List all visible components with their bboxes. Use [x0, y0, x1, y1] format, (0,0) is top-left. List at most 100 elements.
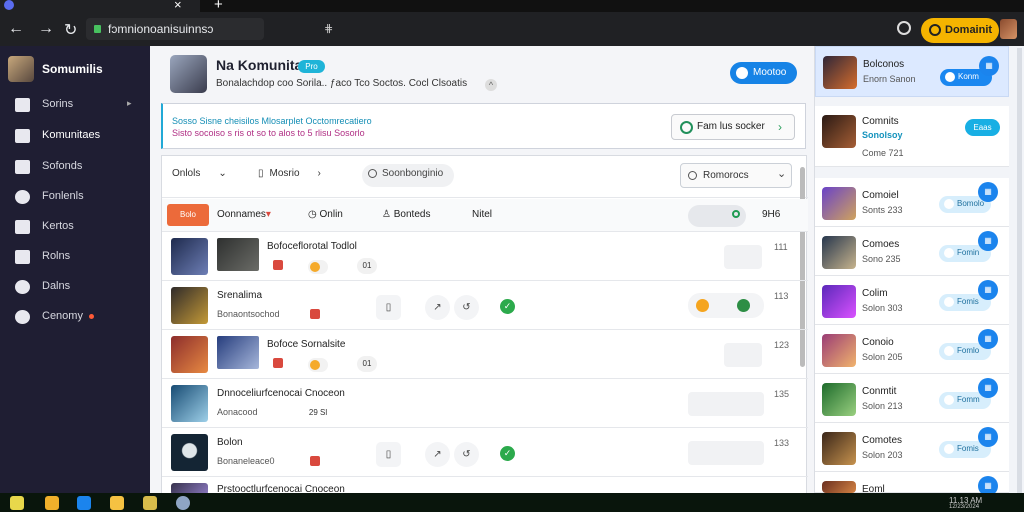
card-title: Colim	[862, 288, 888, 299]
chevron-right-icon: ▸	[127, 98, 132, 108]
brand-label: Somumilis	[42, 62, 103, 76]
table-row[interactable]: Bolon Bonaneleace0 ▯ ↗ ↺ ✓ 133	[162, 429, 808, 477]
grid-icon[interactable]: ▦	[978, 182, 998, 202]
table-row[interactable]: Dnnoceliurfcenocai Cnoceon Aonacood 29 S…	[162, 380, 808, 428]
filter-bar: Onlols ⌄ ▯ Mosrio › Soonbonginio Romorocs ⌄	[162, 156, 808, 198]
sidebar-item-dalns[interactable]: Dalns	[0, 272, 150, 302]
sidebar-item-kertos[interactable]: Kertos	[0, 212, 150, 242]
tab-onlin[interactable]: ◷ Onlin	[308, 209, 343, 220]
info-icon[interactable]: ^	[485, 79, 497, 91]
row-actions[interactable]	[688, 293, 764, 318]
close-tab-icon[interactable]: ×	[174, 0, 182, 12]
domain-button[interactable]: Domainit	[921, 18, 999, 43]
community-item[interactable]: Comotes Solon 203 Fomis ▦	[815, 423, 1009, 472]
arrow-icon[interactable]: ↗	[425, 442, 450, 467]
main-content: Na Komunitas Pro Bonalachdop coo Sorila.…	[150, 46, 814, 495]
grid-icon[interactable]: ▦	[978, 329, 998, 349]
user-avatar[interactable]	[1000, 19, 1017, 39]
follow-card[interactable]: Comnits Sonolsoy Come 721 Eaas	[815, 106, 1009, 167]
community-item[interactable]: Comoes Sono 235 Fomin ▦	[815, 227, 1009, 276]
members-panel: Onlols ⌄ ▯ Mosrio › Soonbonginio Romorocs ⌄ …	[161, 155, 808, 495]
edge-icon[interactable]	[77, 496, 91, 510]
sidebar: Somumilis Sorins ▸ Komunitaes Sofonds Fon…	[0, 46, 150, 493]
check-icon[interactable]: ✓	[500, 299, 515, 314]
action-slot[interactable]	[724, 245, 762, 269]
avatar	[171, 434, 208, 471]
forward-icon[interactable]: →	[38, 20, 54, 38]
row-meta: Aonacood	[217, 407, 258, 417]
start-icon[interactable]	[10, 496, 24, 510]
primary-action-button[interactable]: Mootoo	[730, 62, 797, 84]
grid-icon[interactable]: ▦	[979, 56, 999, 76]
avatar	[171, 238, 208, 275]
browser-tab[interactable]: ×	[0, 0, 200, 12]
tab-toggle[interactable]	[688, 205, 746, 227]
folder-icon[interactable]	[45, 496, 59, 510]
card-title: Comotes	[862, 435, 903, 446]
heart-icon[interactable]	[310, 309, 320, 319]
grid-icon[interactable]: ▦	[978, 378, 998, 398]
avatar	[171, 336, 208, 373]
community-item[interactable]: Conmtit Solon 213 Fomm ▦	[815, 374, 1009, 423]
check-icon[interactable]: ✓	[500, 446, 515, 461]
filter-dropdown[interactable]: Onlols ⌄	[172, 168, 227, 179]
copy-icon[interactable]: ▯	[376, 295, 401, 320]
grid-icon[interactable]: ▦	[978, 427, 998, 447]
community-item[interactable]: Colim Solon 303 Fomis ▦	[815, 276, 1009, 325]
heart-icon[interactable]	[310, 456, 320, 466]
right-panel-scrollbar[interactable]	[1017, 48, 1022, 493]
community-item[interactable]: Eoml ▦	[815, 472, 1009, 496]
grid-icon[interactable]: ▦	[978, 231, 998, 251]
tab-nitel[interactable]: Nitel	[472, 209, 492, 220]
community-item[interactable]: Conoio Solon 205 Fomlo ▦	[815, 325, 1009, 374]
featured-card[interactable]: Bolconos Enorn Sanon Konm ▦	[815, 46, 1009, 97]
reload-icon[interactable]: ↻	[64, 20, 77, 40]
table-row[interactable]: Bofoceflorotal Todlol 01 111	[162, 233, 808, 281]
profile-icon[interactable]	[897, 21, 911, 35]
grid-icon[interactable]: ▦	[978, 280, 998, 300]
avatar	[171, 287, 208, 324]
tab-oonnames[interactable]: Oonnames▾	[217, 209, 271, 220]
follow-button[interactable]: Eaas	[965, 119, 1000, 136]
new-tab-icon[interactable]: +	[214, 0, 223, 13]
sidebar-item-sofonds[interactable]: Sofonds	[0, 152, 150, 182]
card-subtitle: Enorn Sanon	[863, 74, 916, 84]
page-icon: ▯	[258, 168, 264, 179]
address-text: fɔmnionoanisuinnsɔ	[108, 22, 214, 36]
sidebar-item-rolns[interactable]: Rolns	[0, 242, 150, 272]
shield-icon[interactable]	[143, 496, 157, 510]
address-bar[interactable]: fɔmnionoanisuinnsɔ ⋕	[86, 18, 333, 40]
heart-icon[interactable]	[273, 358, 283, 368]
sidebar-item-cenomy[interactable]: Cenomy	[0, 302, 150, 332]
notice-line-1: Sosso Sisne cheisilos Mlosarplet Occtomr…	[172, 116, 372, 126]
copy-icon[interactable]: ▯	[376, 442, 401, 467]
heart-icon[interactable]	[273, 260, 283, 270]
back-icon[interactable]: ←	[8, 20, 24, 38]
rotate-icon[interactable]: ↺	[454, 295, 479, 320]
store-icon[interactable]	[110, 496, 124, 510]
row-number: 133	[774, 438, 790, 448]
community-item[interactable]: Comoiel Sonts 233 Bomolo ▦	[815, 178, 1009, 227]
sort-select[interactable]: Romorocs ⌄	[680, 163, 792, 188]
action-slot[interactable]	[688, 441, 764, 465]
tab-active[interactable]: Bolo	[167, 204, 209, 226]
table-row[interactable]: Bofoce Sornalsite 01 123	[162, 331, 808, 379]
avatar	[822, 115, 856, 148]
arrow-icon[interactable]: ↗	[425, 295, 450, 320]
notification-dot	[89, 314, 94, 319]
filter-option[interactable]: ▯ Mosrio ›	[258, 168, 321, 179]
rotate-icon[interactable]: ↺	[454, 442, 479, 467]
table-row[interactable]: Prstooctlurfcenocai Cnoceon	[162, 478, 808, 495]
sidebar-item-fonlenls[interactable]: Fonlenls	[0, 182, 150, 212]
user-icon: ♙	[382, 209, 391, 220]
table-row[interactable]: Srenalima Bonaontsochod ▯ ↗ ↺ ✓ 113	[162, 282, 808, 330]
member-search-input[interactable]: Soonbonginio	[362, 164, 454, 187]
sidebar-item-komunitaes[interactable]: Komunitaes	[0, 121, 150, 151]
action-slot[interactable]	[688, 392, 764, 416]
sidebar-item-sorins[interactable]: Sorins ▸	[0, 90, 150, 120]
tab-bonteds[interactable]: ♙ Bonteds	[382, 209, 430, 220]
extension-icon[interactable]: ⋕	[324, 22, 333, 35]
notice-action-button[interactable]: Fam lus socker ›	[671, 114, 795, 140]
browser-icon[interactable]	[176, 496, 190, 510]
action-slot[interactable]	[724, 343, 762, 367]
